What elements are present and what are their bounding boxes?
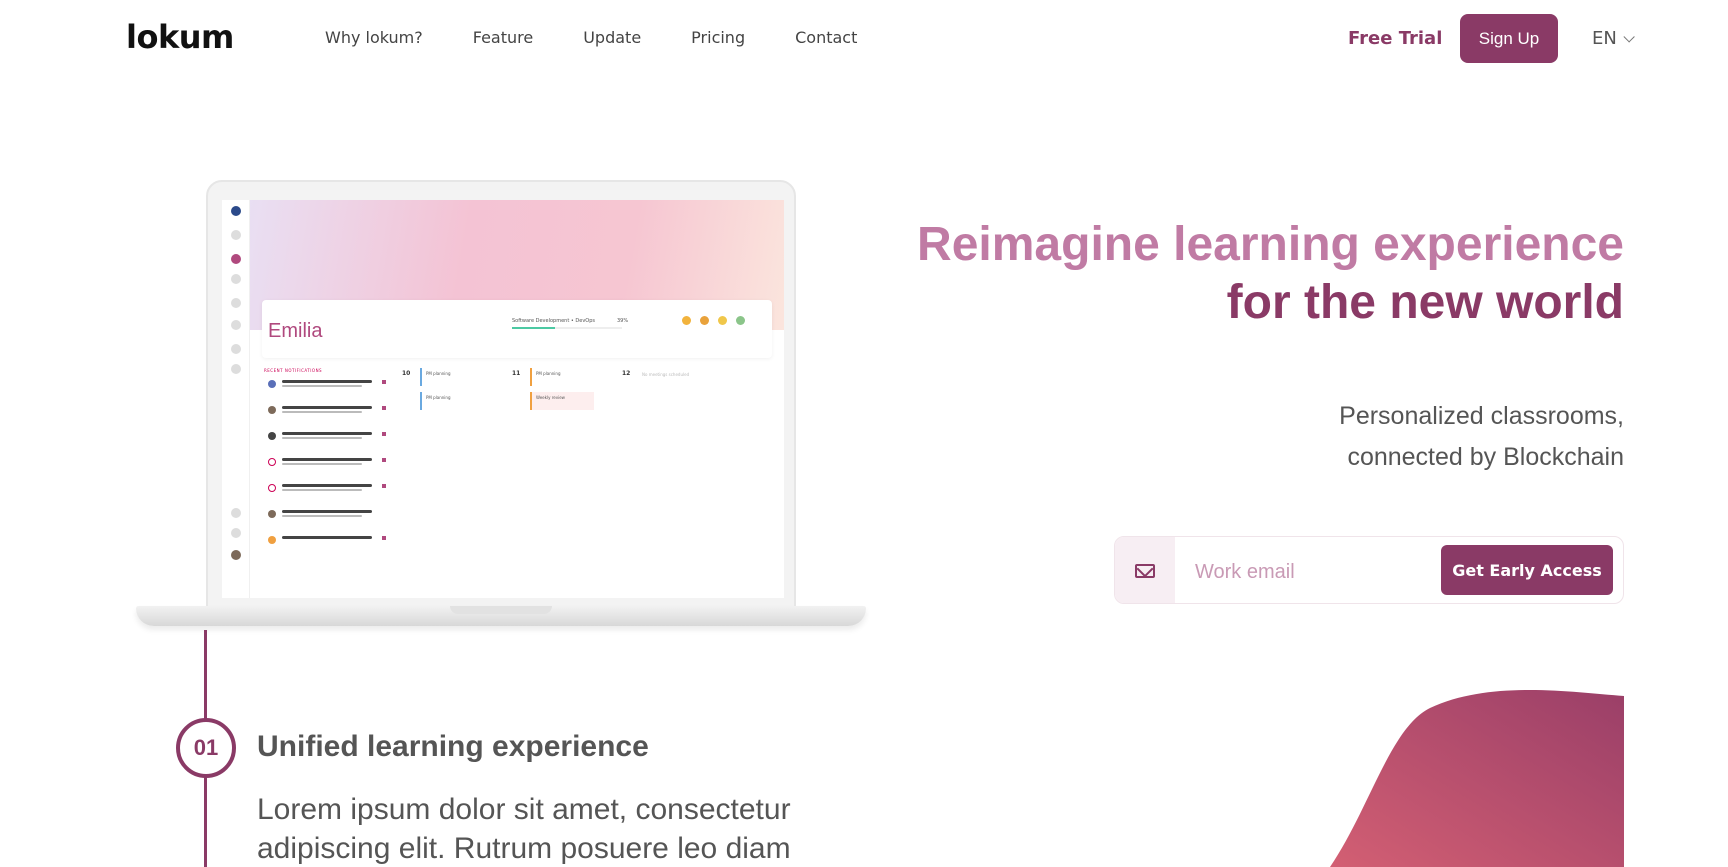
calendar-event: Weekly review <box>530 392 594 410</box>
course-progress-fill <box>512 327 555 329</box>
event-title: Weekly review <box>536 395 565 400</box>
laptop-lid: Emilia Software Development • DevOps 39%… <box>206 180 796 610</box>
hero-title: Reimagine learning experience for the ne… <box>917 216 1624 332</box>
app-sidebar <box>222 200 250 598</box>
calendar-event: PM planning <box>420 368 484 386</box>
course-progress-label: 39% <box>617 318 629 324</box>
free-trial-link[interactable]: Free Trial <box>1348 28 1442 49</box>
notification-item <box>264 404 389 426</box>
notification-item <box>264 508 389 530</box>
nav-link-update[interactable]: Update <box>583 28 641 47</box>
feature-body: Lorem ipsum dolor sit amet, consectetur … <box>257 793 791 865</box>
calendar-day: 10 PM planning PM planning <box>402 368 502 438</box>
notification-item <box>264 430 389 452</box>
calendar-day-number: 10 <box>402 370 411 377</box>
home-icon <box>231 254 241 264</box>
book-icon <box>231 298 241 308</box>
award-icon <box>231 320 241 330</box>
envelope-icon <box>1135 564 1155 578</box>
hero-title-line-1: Reimagine learning experience <box>917 218 1624 271</box>
work-email-input[interactable] <box>1195 557 1435 587</box>
sign-up-button[interactable]: Sign Up <box>1460 14 1558 63</box>
feature-title: Unified learning experience <box>257 730 649 763</box>
logo[interactable]: lokum <box>126 18 234 56</box>
hero-subtitle-line-1: Personalized classrooms, <box>1339 402 1624 430</box>
medal-icon <box>736 316 745 325</box>
laptop-screen: Emilia Software Development • DevOps 39%… <box>222 200 784 598</box>
no-meetings-text: No meetings scheduled <box>642 372 690 377</box>
calendar-day: 11 PM planning Weekly review <box>512 368 612 438</box>
notifications-header: RECENT NOTIFICATIONS <box>264 368 323 373</box>
hero-subtitle: Personalized classrooms, connected by Bl… <box>1339 396 1624 478</box>
language-label: EN <box>1592 28 1617 49</box>
medal-icon <box>700 316 709 325</box>
nav-link-why-lokum[interactable]: Why lokum? <box>325 28 423 47</box>
medal-icon <box>682 316 691 325</box>
app-logo-icon <box>231 206 241 216</box>
bell-icon <box>231 528 241 538</box>
course-progress-bar <box>512 327 622 329</box>
decorative-blob <box>1330 690 1624 867</box>
event-title: PM planning <box>536 371 561 376</box>
course-name: Software Development • DevOps <box>512 318 596 324</box>
avatar <box>231 550 241 560</box>
get-early-access-button[interactable]: Get Early Access <box>1441 545 1613 595</box>
top-nav: lokum Why lokum? Feature Update Pricing … <box>0 0 1728 80</box>
early-access-form: Get Early Access <box>1114 536 1624 604</box>
calendar-day-number: 12 <box>622 370 631 377</box>
nav-link-pricing[interactable]: Pricing <box>691 28 745 47</box>
email-icon-container <box>1115 537 1175 603</box>
feature-number-badge: 01 <box>176 718 236 778</box>
chat-icon <box>231 344 241 354</box>
notification-item <box>264 456 389 478</box>
calendar-day-number: 11 <box>512 370 521 377</box>
calendar-event: PM planning <box>420 392 484 410</box>
nav-link-feature[interactable]: Feature <box>473 28 533 47</box>
language-selector[interactable]: EN <box>1592 28 1635 49</box>
calendar-event: PM planning <box>530 368 594 386</box>
hero-subtitle-line-2: connected by Blockchain <box>1347 443 1624 471</box>
notification-item <box>264 534 389 556</box>
profile-card: Emilia Software Development • DevOps 39% <box>262 300 772 358</box>
medal-icon <box>718 316 727 325</box>
nav-link-contact[interactable]: Contact <box>795 28 857 47</box>
notification-item <box>264 378 389 400</box>
laptop-notch <box>450 606 552 614</box>
nav-links: Why lokum? Feature Update Pricing Contac… <box>325 28 857 47</box>
laptop-mockup: Emilia Software Development • DevOps 39%… <box>136 180 866 632</box>
folder-icon <box>231 364 241 374</box>
notification-item <box>264 482 389 504</box>
settings-icon <box>231 508 241 518</box>
hero-title-line-2: for the new world <box>1226 276 1624 329</box>
chevron-down-icon <box>1623 30 1635 43</box>
event-title: PM planning <box>426 371 451 376</box>
event-title: PM planning <box>426 395 451 400</box>
calendar-icon <box>231 274 241 284</box>
user-name: Emilia <box>268 320 323 342</box>
calendar-day: 12 No meetings scheduled <box>622 368 722 438</box>
search-icon <box>231 230 241 240</box>
